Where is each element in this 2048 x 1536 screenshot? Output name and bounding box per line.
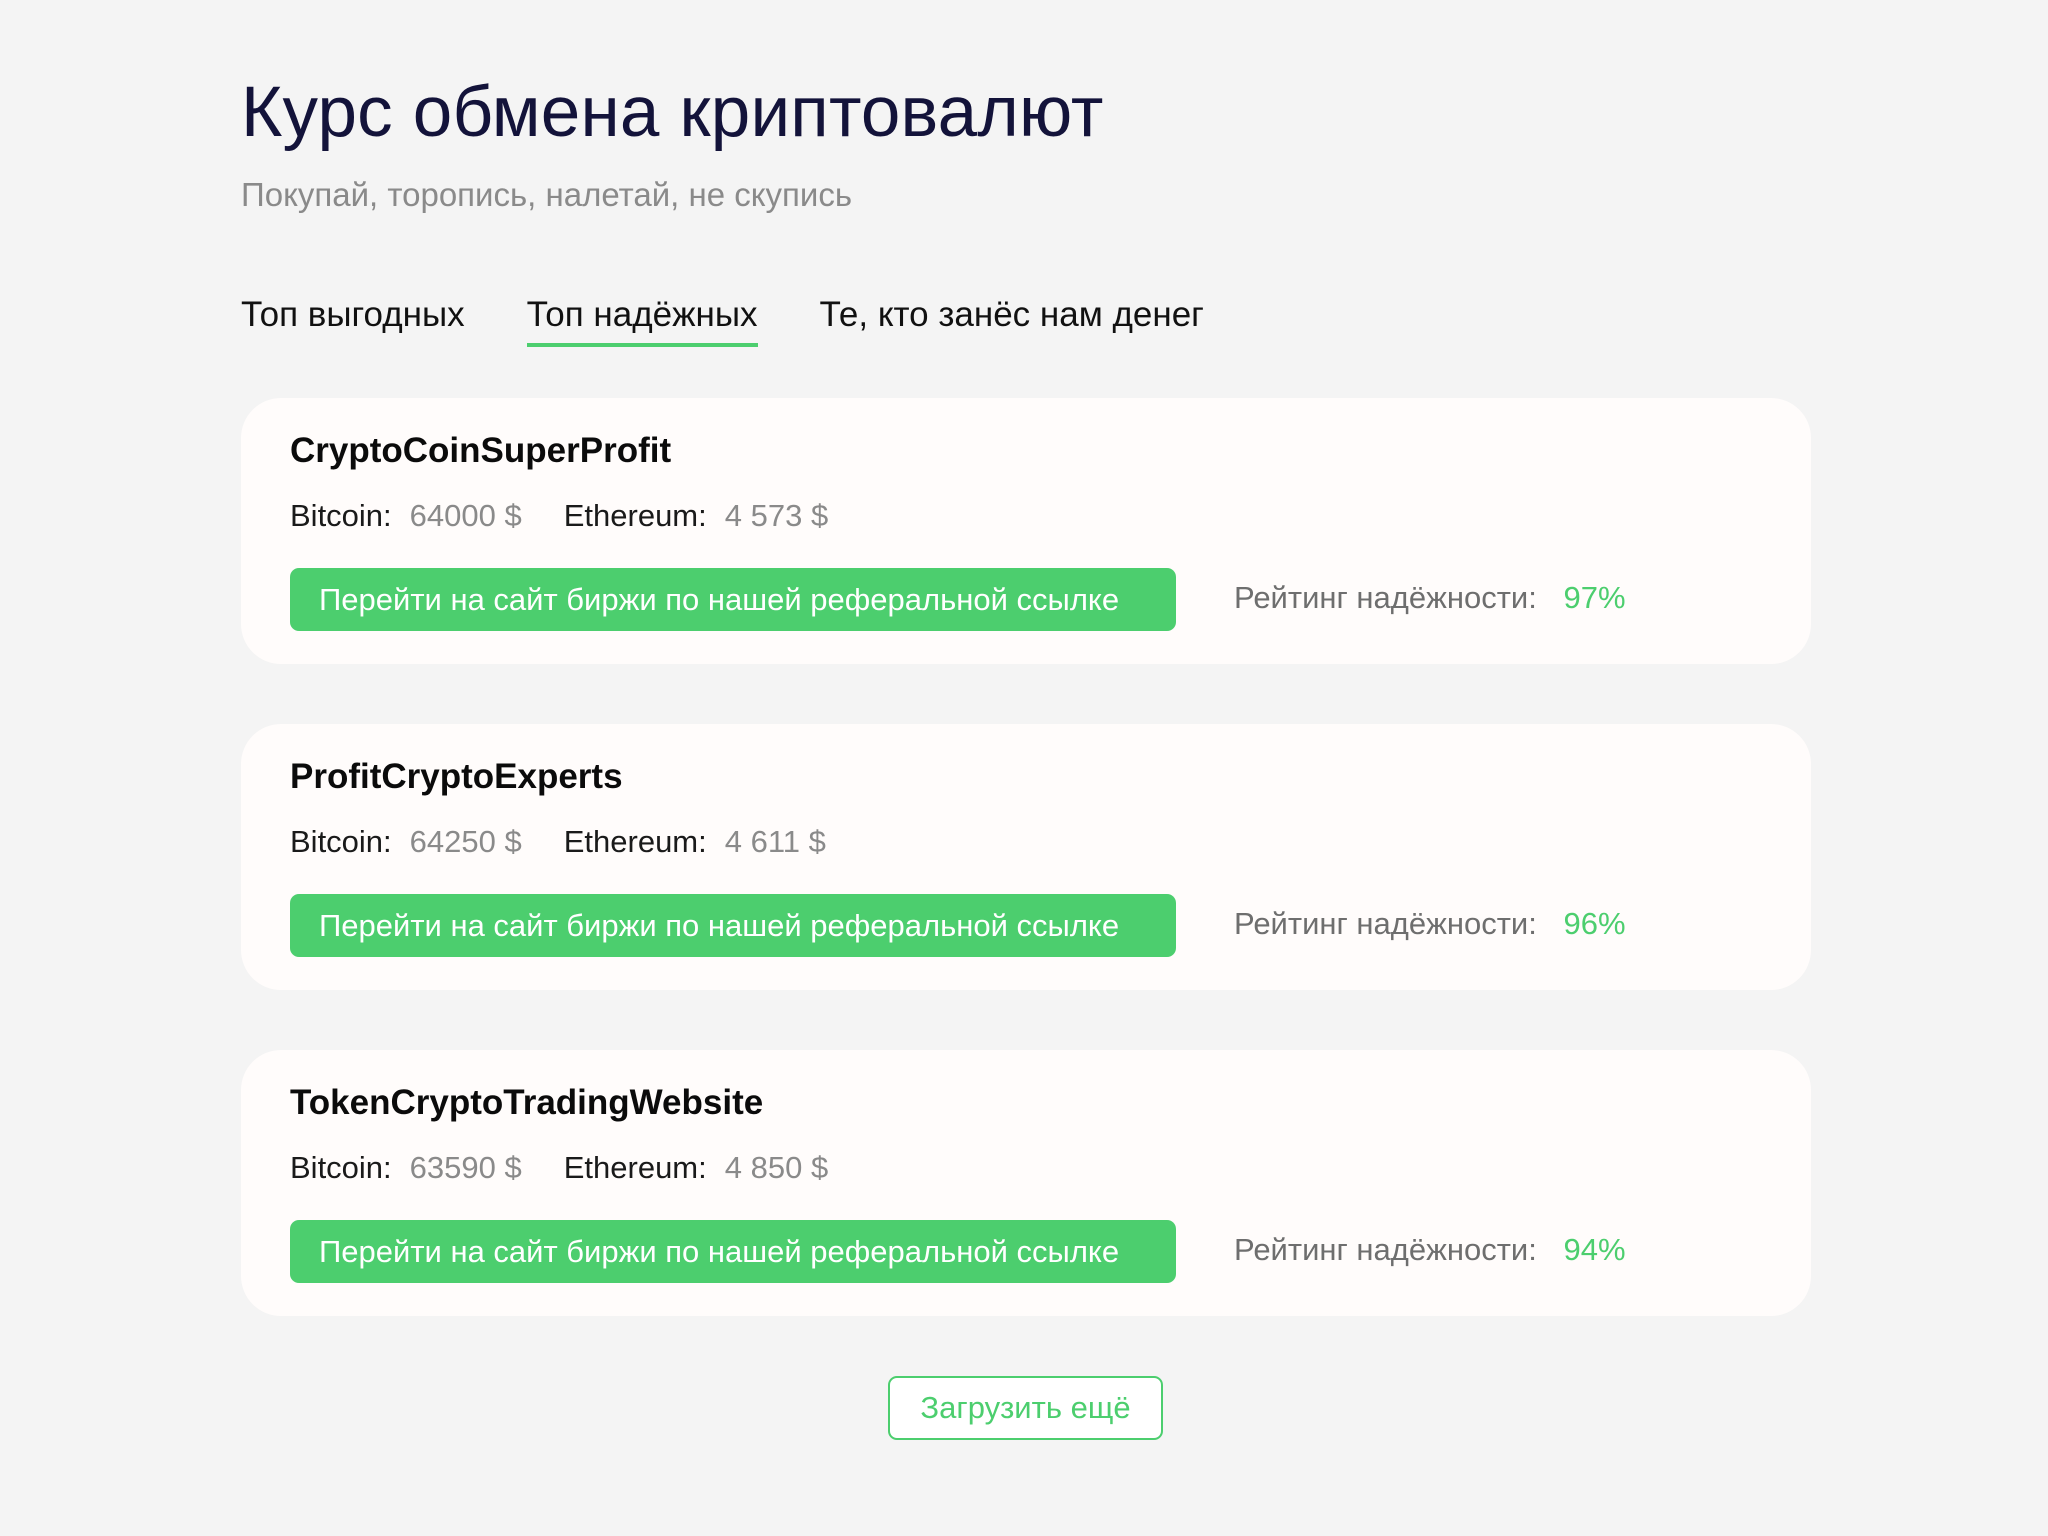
exchange-prices: Bitcoin: 63590 $ Ethereum: 4 850 $ — [290, 1150, 870, 1186]
exchange-name: TokenCryptoTradingWebsite — [290, 1083, 764, 1122]
bitcoin-label: Bitcoin: — [290, 824, 392, 859]
rating-value: 96% — [1563, 906, 1626, 941]
rating-label: Рейтинг надёжности: — [1234, 906, 1537, 941]
tab-sponsored[interactable]: Те, кто занёс нам денег — [820, 295, 1204, 347]
referral-link-button[interactable]: Перейти на сайт биржи по нашей реферальн… — [290, 894, 1176, 957]
exchange-name: ProfitCryptoExperts — [290, 757, 623, 796]
ethereum-price: 4 573 $ — [724, 498, 829, 533]
exchange-card: ProfitCryptoExperts Bitcoin: 64250 $ Eth… — [241, 724, 1811, 990]
reliability-rating: Рейтинг надёжности: 97% — [1234, 580, 1626, 616]
ethereum-label: Ethereum: — [563, 498, 707, 533]
tab-top-profitable[interactable]: Топ выгодных — [241, 295, 465, 347]
ethereum-price: 4 611 $ — [724, 824, 826, 859]
exchange-prices: Bitcoin: 64250 $ Ethereum: 4 611 $ — [290, 824, 868, 860]
exchange-list: CryptoCoinSuperProfit Bitcoin: 64000 $ E… — [241, 398, 1811, 1376]
bitcoin-price: 64000 $ — [409, 498, 522, 533]
rating-value: 94% — [1563, 1232, 1626, 1267]
exchange-prices: Bitcoin: 64000 $ Ethereum: 4 573 $ — [290, 498, 870, 534]
referral-link-button[interactable]: Перейти на сайт биржи по нашей реферальн… — [290, 568, 1176, 631]
page-subtitle: Покупай, торопись, налетай, не скупись — [241, 176, 853, 213]
exchange-card: TokenCryptoTradingWebsite Bitcoin: 63590… — [241, 1050, 1811, 1316]
ethereum-label: Ethereum: — [563, 1150, 707, 1185]
rating-label: Рейтинг надёжности: — [1234, 580, 1537, 615]
bitcoin-price: 63590 $ — [409, 1150, 522, 1185]
tab-top-reliable[interactable]: Топ надёжных — [526, 295, 758, 347]
exchange-name: CryptoCoinSuperProfit — [290, 431, 672, 470]
page-title: Курс обмена криптовалют — [241, 73, 1104, 152]
exchange-card: CryptoCoinSuperProfit Bitcoin: 64000 $ E… — [241, 398, 1811, 664]
bitcoin-label: Bitcoin: — [290, 498, 392, 533]
reliability-rating: Рейтинг надёжности: 94% — [1234, 1232, 1626, 1268]
ethereum-label: Ethereum: — [563, 824, 707, 859]
bitcoin-price: 64250 $ — [409, 824, 522, 859]
tab-bar: Топ выгодных Топ надёжных Те, кто занёс … — [241, 295, 1204, 347]
reliability-rating: Рейтинг надёжности: 96% — [1234, 906, 1626, 942]
rating-value: 97% — [1563, 580, 1626, 615]
load-more-button[interactable]: Загрузить ещё — [888, 1376, 1163, 1440]
ethereum-price: 4 850 $ — [724, 1150, 829, 1185]
bitcoin-label: Bitcoin: — [290, 1150, 392, 1185]
rating-label: Рейтинг надёжности: — [1234, 1232, 1537, 1267]
referral-link-button[interactable]: Перейти на сайт биржи по нашей реферальн… — [290, 1220, 1176, 1283]
